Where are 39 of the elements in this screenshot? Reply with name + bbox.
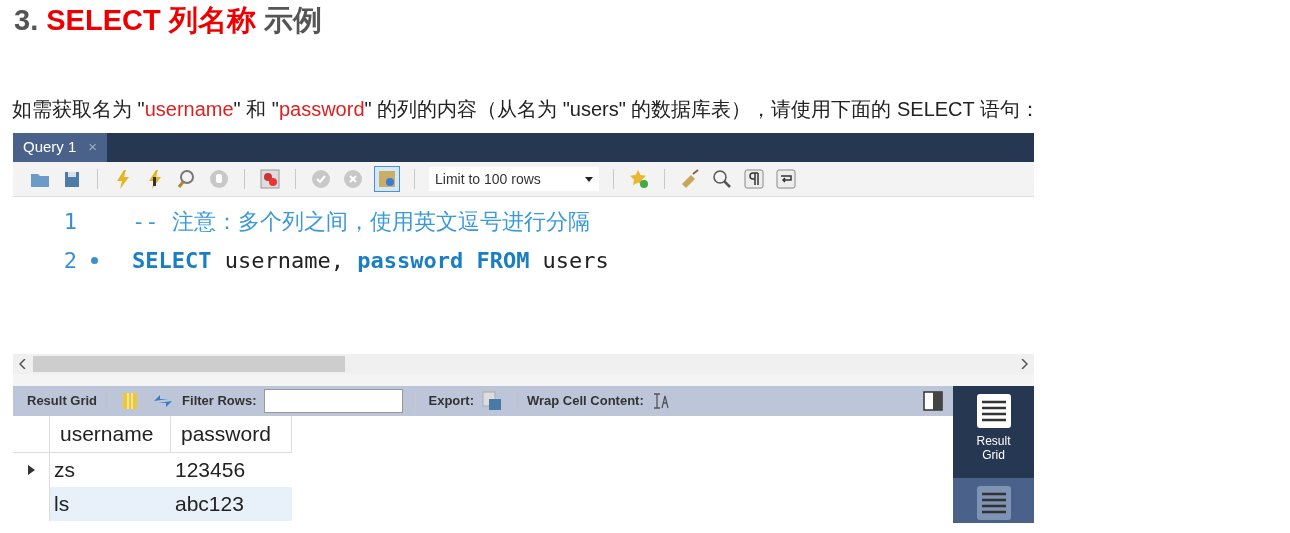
grid-table-icon (974, 392, 1013, 430)
wrap-label: Wrap Cell Content: (527, 392, 644, 411)
limit-rows-dropdown[interactable]: Limit to 100 rows (429, 167, 599, 191)
table-cell: abc123 (171, 487, 292, 521)
export-icon[interactable] (482, 391, 502, 411)
filter-field[interactable] (264, 389, 404, 413)
line-number: 1 (62, 208, 77, 236)
autocommit-toggle[interactable] (374, 166, 400, 192)
current-row-icon (27, 465, 35, 475)
star-plus-icon[interactable] (628, 168, 650, 190)
side-tab[interactable] (953, 478, 1034, 523)
table-cell-text: zs (53, 457, 76, 484)
caret-icon (585, 176, 593, 182)
wrap-text-icon[interactable] (651, 392, 670, 410)
column-header[interactable]: password (171, 416, 292, 452)
scroll-left-icon[interactable] (19, 359, 27, 369)
column-header[interactable]: username (50, 416, 171, 452)
refresh-icon[interactable] (152, 393, 175, 409)
table-cell: ls (50, 487, 171, 521)
scroll-thumb[interactable] (33, 356, 345, 372)
scroll-right-icon[interactable] (1020, 359, 1028, 369)
intro-paragraph: 如需获取名为 "username" 和 "password" 的列的内容（从名为 "users" 的数据库表），请使用下面的 SELECT 语句： (11, 97, 1041, 122)
commit-check-icon[interactable] (310, 168, 332, 190)
table-cell-text: 123456 (174, 457, 247, 484)
wrap-icon[interactable] (775, 168, 797, 190)
code-line: -- 注意：多个列之间，使用英文逗号进行分隔 (132, 208, 590, 236)
form-layout-icon (974, 484, 1013, 522)
sql-editor[interactable]: 1 -- 注意：多个列之间，使用英文逗号进行分隔 2 SELECT username, password FROM users (13, 197, 1034, 354)
rollback-x-icon[interactable] (342, 168, 364, 190)
panel-toggle-icon[interactable] (923, 391, 943, 411)
code-line: SELECT username, password FROM users (132, 247, 609, 275)
line-number: 2 (62, 247, 77, 275)
section-heading: 3. SELECT 列名称 示例 (13, 3, 323, 38)
filter-label: Filter Rows: (182, 392, 257, 411)
pilcrow-icon[interactable] (743, 168, 765, 190)
query-tab[interactable]: Query 1 × (13, 133, 108, 162)
result-grid-label: Result Grid (27, 392, 98, 411)
export-label: Export: (428, 392, 474, 411)
search-icon[interactable] (711, 168, 733, 190)
